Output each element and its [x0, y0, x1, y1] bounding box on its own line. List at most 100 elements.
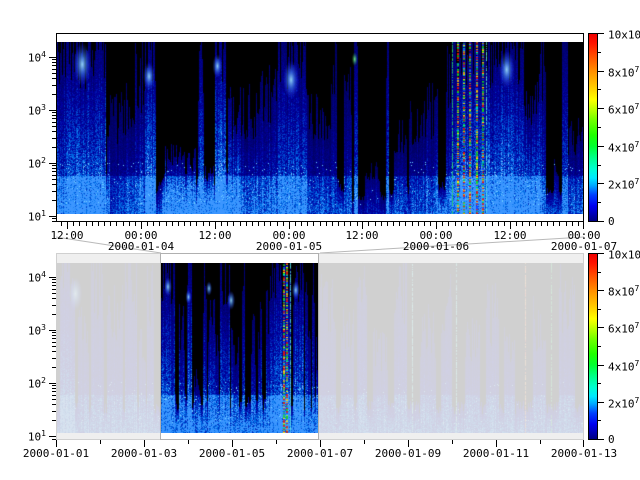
x-minor-tick	[399, 222, 400, 226]
colorbar-tick-label-text: 10x10	[608, 249, 640, 262]
colorbar-minor-tick	[598, 202, 601, 203]
x-minor-tick	[516, 222, 517, 226]
x-date-label: 2000-01-06	[396, 241, 476, 252]
x-minor-tick	[196, 222, 197, 226]
x-minor-tick	[227, 222, 228, 226]
x-minor-tick	[540, 440, 541, 444]
colorbar-tick-label: 10x107	[608, 248, 640, 261]
y-major-tick	[49, 383, 56, 384]
x-major-tick	[583, 440, 584, 447]
x-minor-tick	[246, 222, 247, 226]
x-minor-tick	[116, 222, 117, 226]
x-minor-tick	[313, 222, 314, 226]
x-minor-tick	[61, 222, 62, 226]
x-minor-tick	[233, 222, 234, 226]
x-minor-tick	[368, 222, 369, 226]
colorbar-tick-label-text: 4x10	[608, 142, 635, 155]
x-minor-tick	[442, 222, 443, 226]
x-minor-tick	[264, 222, 265, 226]
x-major-tick	[215, 222, 216, 229]
y-tick-label-text: 10	[28, 52, 41, 65]
x-minor-tick	[412, 222, 413, 226]
detail-spectrogram-canvas[interactable]	[57, 42, 583, 214]
x-tick-label: 12:00	[322, 230, 402, 241]
colorbar-tick-label: 6x107	[608, 322, 639, 335]
x-minor-tick	[492, 222, 493, 226]
x-minor-tick	[110, 222, 111, 226]
colorbar-tick-label-text: 0	[608, 215, 615, 228]
colorbar-major-tick	[598, 402, 604, 403]
x-minor-tick	[332, 222, 333, 226]
colorbar-tick-label-exp: 7	[635, 321, 640, 330]
colorbar-tick-label-text: 0	[608, 433, 615, 446]
y-tick-label: 103	[2, 104, 46, 117]
x-minor-tick	[578, 222, 579, 226]
x-major-tick	[408, 440, 409, 447]
x-tick-label: 12:00	[175, 230, 255, 241]
x-minor-tick	[485, 222, 486, 226]
x-minor-tick	[326, 222, 327, 226]
colorbar-major-tick	[598, 108, 604, 109]
y-major-tick	[49, 110, 56, 111]
colorbar-tick-label-text: 6x10	[608, 323, 635, 336]
x-tick-label: 12:00	[470, 230, 550, 241]
x-major-tick	[362, 222, 363, 229]
y-tick-label-exp: 1	[41, 209, 46, 218]
colorbar-tick-label-exp: 7	[635, 140, 640, 149]
colorbar-minor-tick	[598, 420, 601, 421]
x-minor-tick	[559, 222, 560, 226]
x-tick-label: 2000-01-03	[104, 448, 184, 459]
x-minor-tick	[498, 222, 499, 226]
y-tick-label-exp: 4	[41, 50, 46, 59]
x-major-tick	[496, 440, 497, 447]
selection-box[interactable]	[160, 253, 319, 440]
x-minor-tick	[547, 222, 548, 226]
x-minor-tick	[123, 222, 124, 226]
colorbar-tick-label: 8x107	[608, 285, 639, 298]
y-major-tick	[49, 330, 56, 331]
colorbar-tick-label: 4x107	[608, 141, 639, 154]
y-tick-label-exp: 2	[41, 156, 46, 165]
x-minor-tick	[504, 222, 505, 226]
colorbar-tick-label: 6x107	[608, 103, 639, 116]
colorbar-tick-label-text: 10x10	[608, 29, 640, 42]
y-major-tick	[49, 277, 56, 278]
y-major-tick	[49, 436, 56, 437]
x-date-label: 2000-01-04	[101, 241, 181, 252]
x-tick-label: 12:00	[27, 230, 107, 241]
x-minor-tick	[166, 222, 167, 226]
y-tick-label: 102	[2, 377, 46, 390]
y-major-tick	[49, 163, 56, 164]
colorbar-minor-tick	[598, 383, 601, 384]
colorbar-tick-label-exp: 7	[635, 102, 640, 111]
x-minor-tick	[86, 222, 87, 226]
colorbar-tick-label-exp: 7	[635, 65, 640, 74]
x-minor-tick	[344, 222, 345, 226]
x-minor-tick	[424, 222, 425, 226]
x-minor-tick	[375, 222, 376, 226]
y-tick-label: 103	[2, 324, 46, 337]
x-minor-tick	[276, 440, 277, 444]
x-minor-tick	[448, 222, 449, 226]
y-tick-label-text: 10	[28, 158, 41, 171]
x-minor-tick	[430, 222, 431, 226]
colorbar-gradient	[588, 33, 598, 222]
x-minor-tick	[92, 222, 93, 226]
x-minor-tick	[572, 222, 573, 226]
colorbar-major-tick	[598, 71, 604, 72]
x-minor-tick	[553, 222, 554, 226]
x-minor-tick	[252, 222, 253, 226]
colorbar-tick-label: 0	[608, 434, 615, 445]
x-major-tick	[289, 222, 290, 229]
x-tick-label: 2000-01-13	[544, 448, 624, 459]
x-minor-tick	[467, 222, 468, 226]
colorbar-minor-tick	[598, 165, 601, 166]
y-tick-label: 101	[2, 210, 46, 223]
colorbar-minor-tick	[598, 346, 601, 347]
colorbar-tick-label-exp: 7	[635, 396, 640, 405]
colorbar-tick-label-text: 4x10	[608, 361, 635, 374]
colorbar-major-tick	[598, 327, 604, 328]
x-minor-tick	[184, 222, 185, 226]
colorbar-tick-label: 8x107	[608, 66, 639, 79]
y-tick-label-text: 10	[28, 378, 41, 391]
